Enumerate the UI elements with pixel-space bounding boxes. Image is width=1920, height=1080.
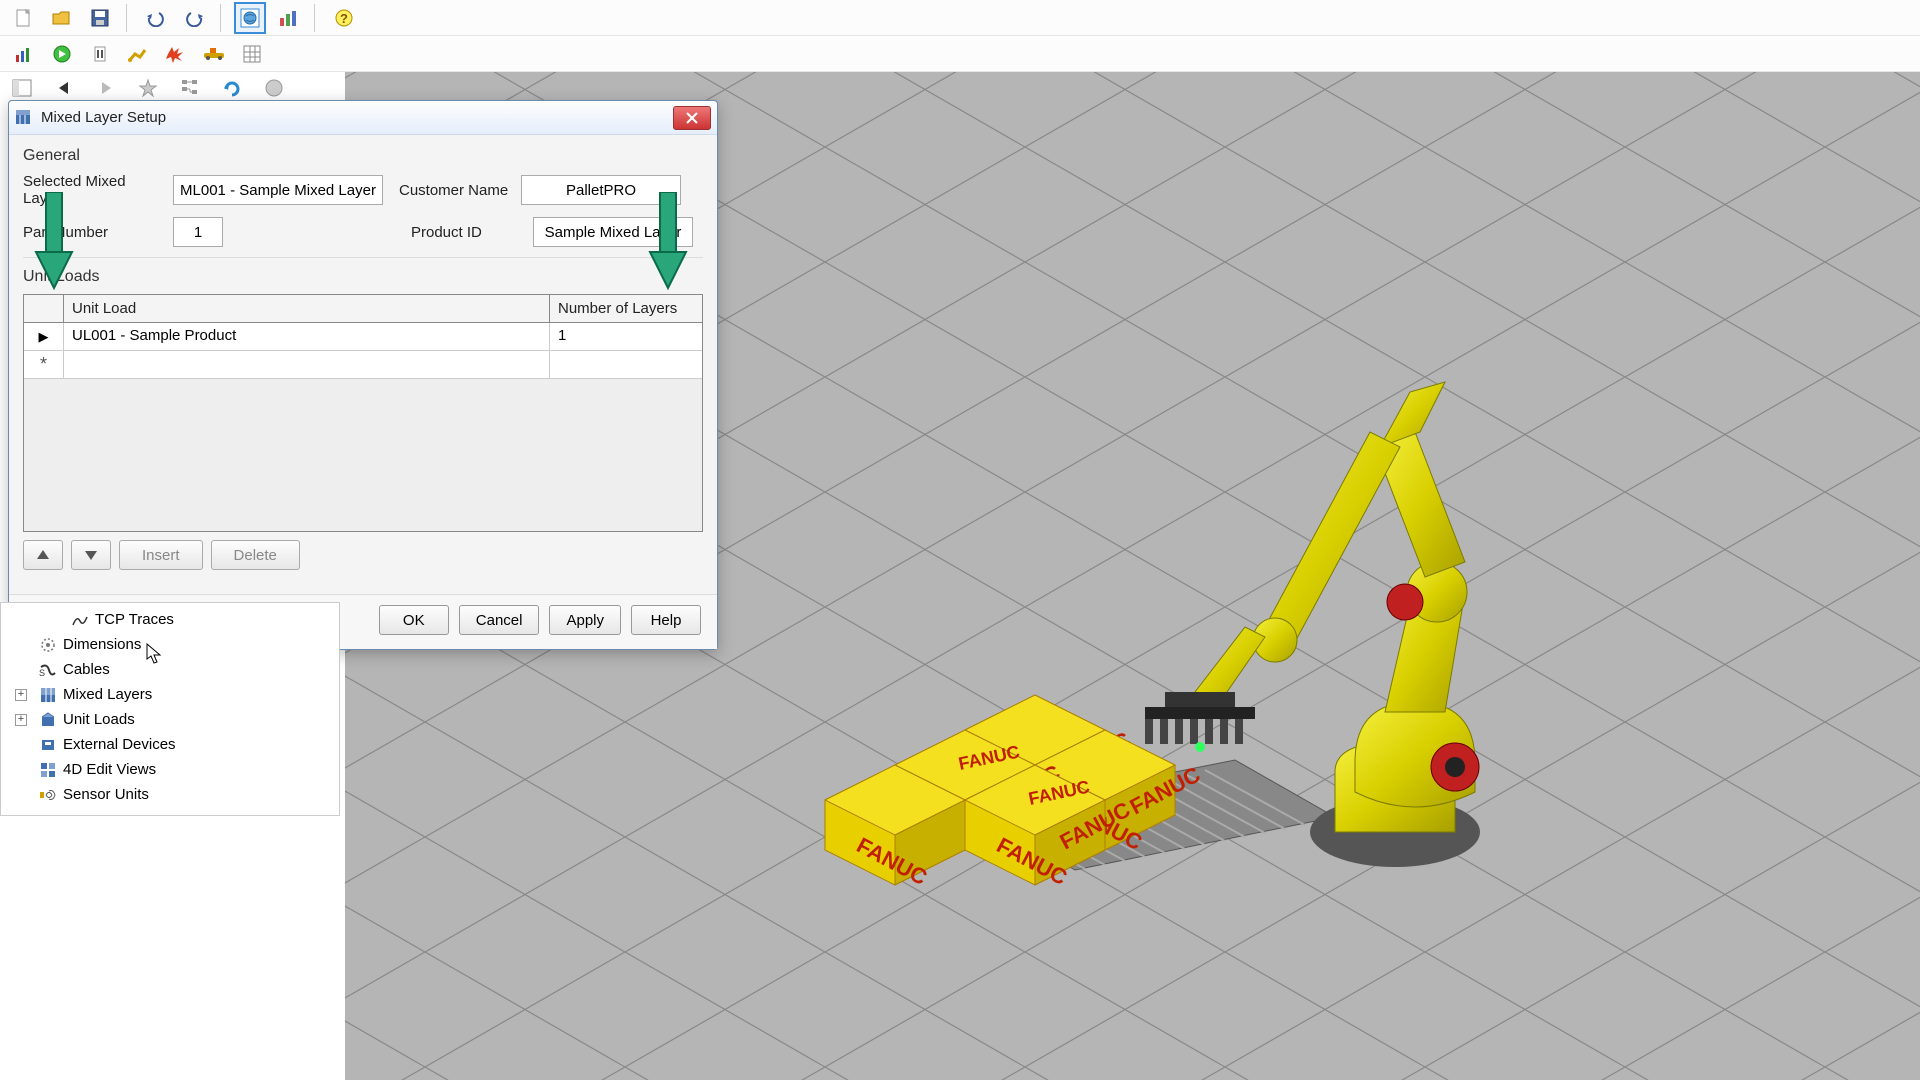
unitload-icon: [39, 711, 57, 729]
toolbar-separator: [314, 4, 318, 32]
tree-item-external-devices[interactable]: External Devices: [9, 732, 331, 757]
tree-item-cables[interactable]: S Cables: [9, 657, 331, 682]
new-row-icon: *: [24, 351, 64, 378]
panel-icon[interactable]: [8, 74, 36, 102]
tree-item-tcp-traces[interactable]: TCP Traces: [9, 607, 331, 632]
grid-col-num-layers[interactable]: Number of Layers: [550, 295, 702, 322]
tree-item-dimensions[interactable]: Dimensions: [9, 632, 331, 657]
new-file-icon[interactable]: [8, 2, 40, 34]
insert-button[interactable]: Insert: [119, 540, 203, 570]
product-id-field[interactable]: [533, 217, 693, 247]
section-general-label: General: [23, 147, 703, 165]
grid-new-row[interactable]: *: [24, 351, 702, 379]
tree-label: Cables: [63, 661, 110, 678]
grid-col-unit-load[interactable]: Unit Load: [64, 295, 550, 322]
convey-icon[interactable]: [198, 38, 230, 70]
toolbar-separator: [126, 4, 130, 32]
expander-icon[interactable]: +: [15, 714, 27, 726]
refresh-icon[interactable]: [218, 74, 246, 102]
dialog-title: Mixed Layer Setup: [41, 109, 673, 126]
tree-label: Dimensions: [63, 636, 141, 653]
tree-label: Sensor Units: [63, 786, 149, 803]
world-sm-icon[interactable]: [260, 74, 288, 102]
tree-label: External Devices: [63, 736, 176, 753]
apply-button[interactable]: Apply: [549, 605, 621, 635]
main-toolbar-2: [0, 36, 1920, 72]
grid-selector-header: [24, 295, 64, 322]
part-number-field[interactable]: [173, 217, 223, 247]
customer-name-field[interactable]: [521, 175, 681, 205]
tree-item-sensor-units[interactable]: Sensor Units: [9, 782, 331, 807]
row-selector-icon[interactable]: ▶: [24, 323, 64, 350]
play-icon[interactable]: [46, 38, 78, 70]
forward-icon[interactable]: [92, 74, 120, 102]
mixed-layer-setup-dialog: Mixed Layer Setup General Selected Mixed…: [8, 100, 718, 650]
grid-cell-unit-load[interactable]: [64, 351, 550, 378]
grid-icon[interactable]: [236, 38, 268, 70]
star-icon[interactable]: [134, 74, 162, 102]
chart-icon[interactable]: [272, 2, 304, 34]
customer-name-label: Customer Name: [399, 182, 509, 199]
cable-icon: S: [39, 661, 57, 679]
tree-item-mixed-layers[interactable]: + Mixed Layers: [9, 682, 331, 707]
dim-icon: [39, 636, 57, 654]
stop-icon[interactable]: [84, 38, 116, 70]
tree-icon[interactable]: [176, 74, 204, 102]
world-icon[interactable]: [234, 2, 266, 34]
save-icon[interactable]: [84, 2, 116, 34]
tree-label: Mixed Layers: [63, 686, 152, 703]
dialog-icon: [15, 109, 33, 127]
selected-mixed-layer-label: Selected Mixed Layer: [23, 173, 161, 207]
dialog-body: General Selected Mixed Layer Customer Na…: [9, 135, 717, 594]
robot-icon[interactable]: [122, 38, 154, 70]
tree-label: 4D Edit Views: [63, 761, 156, 778]
grid-cell-unit-load[interactable]: UL001 - Sample Product: [64, 323, 550, 350]
cancel-button[interactable]: Cancel: [459, 605, 540, 635]
undo-icon[interactable]: [140, 2, 172, 34]
stats-icon[interactable]: [8, 38, 40, 70]
section-unitloads-label: Unit Loads: [23, 268, 703, 286]
grid-row[interactable]: ▶ UL001 - Sample Product 1: [24, 323, 702, 351]
open-folder-icon[interactable]: [46, 2, 78, 34]
move-down-button[interactable]: [71, 540, 111, 570]
4dview-icon: [39, 761, 57, 779]
main-toolbar-1: ?: [0, 0, 1920, 36]
tree-item-unit-loads[interactable]: + Unit Loads: [9, 707, 331, 732]
dialog-titlebar[interactable]: Mixed Layer Setup: [9, 101, 717, 135]
sensor-icon: [39, 786, 57, 804]
delete-button[interactable]: Delete: [211, 540, 300, 570]
grid-cell-num-layers[interactable]: 1: [550, 323, 702, 350]
back-icon[interactable]: [50, 74, 78, 102]
grid-cell-num-layers[interactable]: [550, 351, 702, 378]
extdev-icon: [39, 736, 57, 754]
project-tree[interactable]: TCP Traces Dimensions S Cables + Mixed L…: [0, 602, 340, 816]
close-button[interactable]: [673, 106, 711, 130]
help-button[interactable]: Help: [631, 605, 701, 635]
collision-icon[interactable]: [160, 38, 192, 70]
tree-label: Unit Loads: [63, 711, 135, 728]
expander-icon[interactable]: +: [15, 689, 27, 701]
move-up-button[interactable]: [23, 540, 63, 570]
grid-header: Unit Load Number of Layers: [24, 295, 702, 323]
nav-toolbar: [8, 74, 288, 102]
toolbar-separator: [220, 4, 224, 32]
help-icon[interactable]: ?: [328, 2, 360, 34]
svg-text:S: S: [39, 668, 45, 677]
redo-icon[interactable]: [178, 2, 210, 34]
mixedlayer-icon: [39, 686, 57, 704]
unit-loads-grid[interactable]: Unit Load Number of Layers ▶ UL001 - Sam…: [23, 294, 703, 532]
tree-label: TCP Traces: [95, 611, 174, 628]
product-id-label: Product ID: [411, 224, 521, 241]
trace-icon: [71, 611, 89, 629]
selected-mixed-layer-field[interactable]: [173, 175, 383, 205]
svg-text:?: ?: [340, 11, 348, 26]
ok-button[interactable]: OK: [379, 605, 449, 635]
part-number-label: Part Number: [23, 224, 161, 241]
tree-item-4d-edit-views[interactable]: 4D Edit Views: [9, 757, 331, 782]
